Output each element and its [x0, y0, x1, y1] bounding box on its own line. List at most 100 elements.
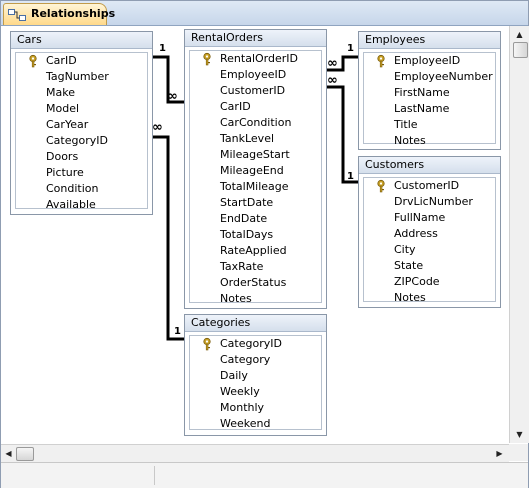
field-title[interactable]: Title — [364, 117, 495, 133]
vertical-scrollbar[interactable]: ▲ ▼ — [509, 26, 529, 443]
field-categoryid[interactable]: CategoryID — [16, 133, 147, 149]
field-rateapplied[interactable]: RateApplied — [190, 243, 321, 259]
table-cars[interactable]: Cars CarID TagNumber Make Model CarYear Catego… — [10, 31, 153, 215]
field-mileageend[interactable]: MileageEnd — [190, 163, 321, 179]
field-weekend[interactable]: Weekend — [190, 416, 321, 432]
field-tagnumber[interactable]: TagNumber — [16, 69, 147, 85]
field-daily[interactable]: Daily — [190, 368, 321, 384]
field-notes[interactable]: Notes — [364, 133, 495, 149]
field-customerid[interactable]: CustomerID — [364, 178, 495, 194]
table-title[interactable]: Customers — [359, 157, 500, 174]
field-fullname[interactable]: FullName — [364, 210, 495, 226]
table-title[interactable]: RentalOrders — [185, 30, 326, 47]
field-city[interactable]: City — [364, 242, 495, 258]
field-drvlicnumber[interactable]: DrvLicNumber — [364, 194, 495, 210]
field-category[interactable]: Category — [190, 352, 321, 368]
field-name: RentalOrderID — [220, 52, 298, 65]
field-name: ZIPCode — [394, 275, 440, 288]
document-tab-strip: Relationships — [1, 1, 528, 26]
field-employeenumber[interactable]: EmployeeNumber — [364, 69, 495, 85]
field-name: RateApplied — [220, 244, 287, 257]
field-categoryid[interactable]: CategoryID — [190, 336, 321, 352]
field-name: Notes — [394, 134, 426, 147]
field-totalmileage[interactable]: TotalMileage — [190, 179, 321, 195]
field-firstname[interactable]: FirstName — [364, 85, 495, 101]
field-address[interactable]: Address — [364, 226, 495, 242]
field-name: EndDate — [220, 212, 268, 225]
scroll-up-arrow-icon[interactable]: ▲ — [512, 27, 527, 42]
field-name: Notes — [220, 292, 252, 305]
field-weekly[interactable]: Weekly — [190, 384, 321, 400]
field-totaldays[interactable]: TotalDays — [190, 227, 321, 243]
field-model[interactable]: Model — [16, 101, 147, 117]
many-label-cars-categoryid: ∞ — [152, 120, 163, 135]
horizontal-scrollbar[interactable]: ◀ ▶ — [1, 444, 509, 462]
primary-key-icon — [377, 179, 385, 193]
field-name: TotalDays — [220, 228, 274, 241]
tab-relationships[interactable]: Relationships — [3, 3, 115, 25]
field-list[interactable]: RentalOrderID EmployeeID CustomerID CarID Ca… — [189, 50, 322, 305]
field-list[interactable]: CarID TagNumber Make Model CarYear CategoryID… — [15, 52, 148, 211]
relationships-canvas[interactable]: 1 ∞ 1 ∞ 1 ∞ 1 ∞ Cars CarID TagNumber Make Mo… — [1, 26, 509, 443]
one-label-customers: 1 — [347, 171, 354, 182]
field-carid[interactable]: CarID — [190, 99, 321, 115]
field-rentalorderid[interactable]: RentalOrderID — [190, 51, 321, 67]
field-list[interactable]: CategoryID Category Daily Weekly Monthly Week… — [189, 335, 322, 430]
field-taxrate[interactable]: TaxRate — [190, 259, 321, 275]
field-name: TotalMileage — [220, 180, 289, 193]
scroll-left-arrow-icon[interactable]: ◀ — [1, 446, 16, 461]
field-notes[interactable]: Notes — [364, 290, 495, 306]
field-name: CustomerID — [394, 179, 460, 192]
field-name: Condition — [46, 182, 99, 195]
table-customers[interactable]: Customers CustomerID DrvLicNumber FullName A… — [358, 156, 501, 308]
field-carid[interactable]: CarID — [16, 53, 147, 69]
field-state[interactable]: State — [364, 258, 495, 274]
field-name: TankLevel — [220, 132, 275, 145]
field-notes[interactable]: Notes — [190, 291, 321, 307]
field-lastname[interactable]: LastName — [364, 101, 495, 117]
table-title[interactable]: Cars — [11, 32, 152, 49]
field-name: Available — [46, 198, 96, 211]
field-list[interactable]: EmployeeID EmployeeNumber FirstName LastNam… — [363, 52, 496, 147]
field-name: City — [394, 243, 416, 256]
field-make[interactable]: Make — [16, 85, 147, 101]
vertical-scroll-thumb[interactable] — [513, 42, 528, 58]
scroll-right-arrow-icon[interactable]: ▶ — [492, 446, 507, 461]
table-title[interactable]: Employees — [359, 32, 500, 49]
field-name: CarID — [46, 54, 77, 67]
field-caryear[interactable]: CarYear — [16, 117, 147, 133]
field-name: EmployeeNumber — [394, 70, 493, 83]
field-tanklevel[interactable]: TankLevel — [190, 131, 321, 147]
field-employeeid[interactable]: EmployeeID — [190, 67, 321, 83]
field-name: CarCondition — [220, 116, 292, 129]
status-divider — [154, 466, 155, 485]
field-zipcode[interactable]: ZIPCode — [364, 274, 495, 290]
table-title[interactable]: Categories — [185, 315, 326, 332]
field-doors[interactable]: Doors — [16, 149, 147, 165]
field-employeeid[interactable]: EmployeeID — [364, 53, 495, 69]
horizontal-scroll-thumb[interactable] — [16, 447, 34, 461]
field-customerid[interactable]: CustomerID — [190, 83, 321, 99]
primary-key-icon — [29, 54, 37, 68]
field-picture[interactable]: Picture — [16, 165, 147, 181]
table-employees[interactable]: Employees EmployeeID EmployeeNumber FirstNa… — [358, 31, 501, 150]
field-name: EmployeeID — [220, 68, 287, 81]
field-orderstatus[interactable]: OrderStatus — [190, 275, 321, 291]
table-categories[interactable]: Categories CategoryID Category Daily Weekly M… — [184, 314, 327, 436]
field-name: CategoryID — [46, 134, 108, 147]
field-startdate[interactable]: StartDate — [190, 195, 321, 211]
field-condition[interactable]: Condition — [16, 181, 147, 197]
many-label-rentalorders-employeeid: ∞ — [327, 56, 338, 71]
table-rentalorders[interactable]: RentalOrders RentalOrderID EmployeeID Custo… — [184, 29, 327, 309]
field-monthly[interactable]: Monthly — [190, 400, 321, 416]
field-name: Make — [46, 86, 75, 99]
field-mileagestart[interactable]: MileageStart — [190, 147, 321, 163]
field-name: FirstName — [394, 86, 450, 99]
field-name: Picture — [46, 166, 84, 179]
field-name: Notes — [394, 291, 426, 304]
scroll-down-arrow-icon[interactable]: ▼ — [512, 427, 527, 442]
field-enddate[interactable]: EndDate — [190, 211, 321, 227]
field-carcondition[interactable]: CarCondition — [190, 115, 321, 131]
field-available[interactable]: Available — [16, 197, 147, 213]
field-list[interactable]: CustomerID DrvLicNumber FullName Address Cit… — [363, 177, 496, 304]
